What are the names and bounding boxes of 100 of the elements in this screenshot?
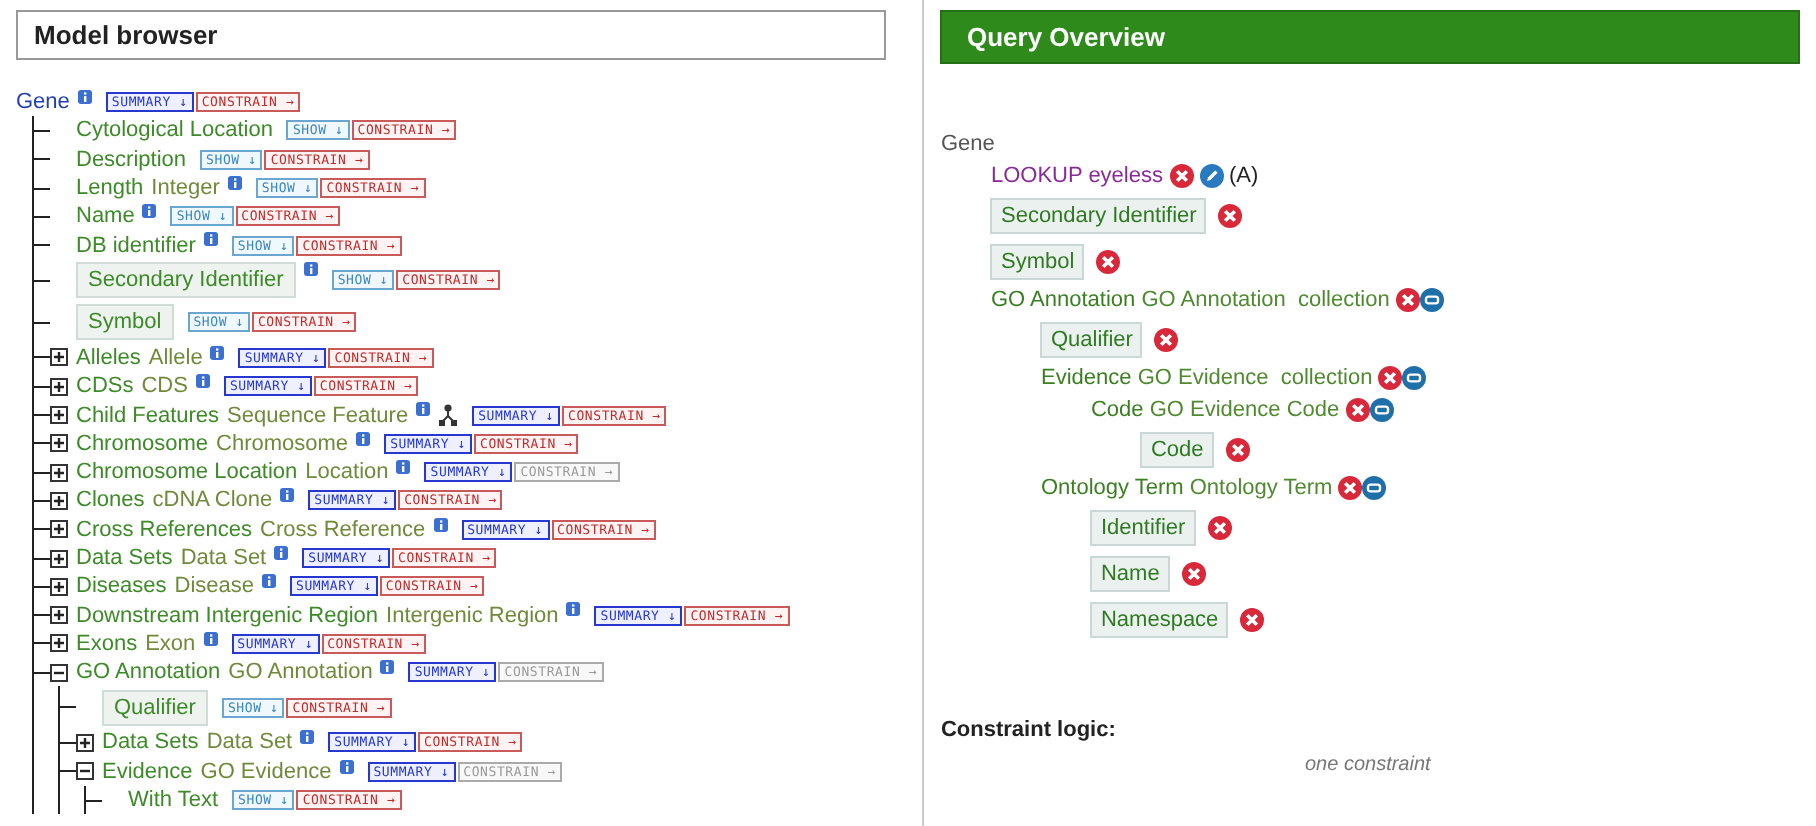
collapse-icon[interactable] bbox=[76, 762, 94, 781]
info-icon[interactable] bbox=[77, 90, 92, 104]
reference-type: Chromosome bbox=[216, 431, 349, 456]
remove-icon[interactable] bbox=[1240, 607, 1265, 631]
expand-icon[interactable] bbox=[50, 634, 68, 653]
field-label: Name bbox=[1090, 555, 1170, 591]
reference-label: GO Annotation GO Annotation collection bbox=[990, 288, 1390, 312]
remove-icon[interactable] bbox=[1207, 515, 1232, 539]
info-icon[interactable] bbox=[203, 232, 218, 247]
remove-icon[interactable] bbox=[1378, 366, 1403, 390]
reference-name[interactable]: Cross References bbox=[76, 517, 253, 542]
reference-type: Intergenic Region bbox=[386, 603, 559, 628]
selected-field[interactable]: Symbol bbox=[76, 304, 174, 341]
expand-icon[interactable] bbox=[50, 577, 68, 596]
field-label: Code bbox=[1140, 431, 1214, 467]
expand-icon[interactable] bbox=[50, 491, 68, 510]
expand-icon[interactable] bbox=[50, 406, 68, 425]
section-heading: Constraint logic: bbox=[940, 718, 1118, 742]
field-label: Namespace bbox=[1090, 601, 1229, 637]
reference-name[interactable]: Evidence bbox=[102, 759, 193, 784]
expand-icon[interactable] bbox=[50, 606, 68, 625]
field-label: Symbol bbox=[990, 243, 1085, 279]
remove-icon[interactable] bbox=[1395, 288, 1420, 312]
remove-icon[interactable] bbox=[1218, 203, 1243, 227]
remove-icon[interactable] bbox=[1345, 398, 1370, 422]
field-name[interactable]: Description bbox=[76, 147, 187, 172]
reference-type: Data Set bbox=[206, 730, 293, 755]
reference-type: GO Annotation bbox=[228, 660, 373, 685]
expand-icon[interactable] bbox=[50, 463, 68, 482]
reference-type: Cross Reference bbox=[260, 517, 426, 542]
info-icon[interactable] bbox=[210, 345, 225, 360]
reference-name[interactable]: Downstream Intergenic Region bbox=[76, 603, 379, 628]
reference-type: Sequence Feature bbox=[227, 403, 409, 428]
reference-type: Location bbox=[305, 460, 389, 485]
reference-name[interactable]: CDSs bbox=[76, 374, 134, 399]
constraint-logic-text: one constraint bbox=[1302, 754, 1433, 776]
field-label: Qualifier bbox=[1040, 321, 1143, 357]
remove-icon[interactable] bbox=[1154, 327, 1179, 351]
field-name[interactable]: Name bbox=[76, 204, 135, 229]
reference-name[interactable]: Diseases bbox=[76, 574, 167, 599]
edit-icon[interactable] bbox=[1199, 164, 1223, 188]
info-icon[interactable] bbox=[396, 459, 411, 474]
info-icon[interactable] bbox=[380, 660, 395, 675]
expand-icon[interactable] bbox=[50, 434, 68, 453]
reference-label: Evidence GO Evidence collection bbox=[1040, 366, 1373, 390]
reference-name[interactable]: Chromosome bbox=[76, 431, 209, 456]
reference-type: Disease bbox=[174, 574, 254, 599]
reference-type: cDNA Clone bbox=[152, 488, 273, 513]
info-icon[interactable] bbox=[356, 431, 371, 446]
reference-name[interactable]: Data Sets bbox=[76, 546, 173, 570]
field-name[interactable]: DB identifier bbox=[76, 233, 196, 258]
field-label: Secondary Identifier bbox=[990, 197, 1207, 233]
info-icon[interactable] bbox=[142, 204, 157, 219]
selected-field[interactable]: Qualifier bbox=[102, 689, 208, 726]
remove-icon[interactable] bbox=[1181, 561, 1206, 585]
info-icon[interactable] bbox=[227, 175, 242, 190]
info-icon[interactable] bbox=[416, 402, 431, 417]
reference-name[interactable]: Clones bbox=[76, 488, 145, 513]
reference-type: Exon bbox=[145, 631, 196, 656]
info-icon[interactable] bbox=[203, 631, 218, 646]
reference-name[interactable]: GO Annotation bbox=[76, 660, 221, 685]
field-name[interactable]: With Text bbox=[128, 788, 219, 813]
expand-icon[interactable] bbox=[50, 377, 68, 396]
remove-icon[interactable] bbox=[1338, 476, 1363, 500]
remove-icon[interactable] bbox=[1096, 249, 1121, 273]
selected-field[interactable]: Secondary Identifier bbox=[76, 262, 296, 299]
field-label: Identifier bbox=[1090, 509, 1196, 545]
info-icon[interactable] bbox=[195, 374, 210, 389]
reference-type: GO Evidence bbox=[200, 759, 332, 784]
info-icon[interactable] bbox=[339, 759, 354, 774]
reference-name[interactable]: Data Sets bbox=[102, 730, 199, 755]
constraint-code: (A) bbox=[1229, 164, 1259, 188]
info-icon[interactable] bbox=[274, 545, 289, 560]
info-icon[interactable] bbox=[262, 574, 276, 589]
expand-icon[interactable] bbox=[50, 348, 68, 367]
constraint-text: LOOKUP eyeless bbox=[990, 164, 1163, 188]
expand-icon[interactable] bbox=[50, 520, 68, 539]
info-icon[interactable] bbox=[433, 517, 448, 532]
remove-icon[interactable] bbox=[1169, 164, 1193, 188]
reference-name[interactable]: Exons bbox=[76, 631, 138, 656]
field-type: Integer bbox=[151, 176, 220, 201]
collapse-icon[interactable] bbox=[50, 663, 68, 682]
reference-name[interactable]: Chromosome Location bbox=[76, 460, 298, 485]
reference-type: Allele bbox=[148, 345, 203, 370]
reference-label: Code GO Evidence Code bbox=[1090, 398, 1340, 422]
field-name[interactable]: Length bbox=[76, 176, 144, 201]
info-icon[interactable] bbox=[300, 730, 315, 745]
class-name: Gene bbox=[940, 130, 997, 160]
reference-name[interactable]: Child Features bbox=[76, 403, 220, 428]
info-icon[interactable] bbox=[303, 261, 318, 276]
expand-icon[interactable] bbox=[50, 549, 68, 567]
info-icon[interactable] bbox=[566, 602, 581, 617]
reference-type: CDS bbox=[141, 374, 188, 399]
reference-name[interactable]: Alleles bbox=[76, 345, 141, 370]
remove-icon[interactable] bbox=[1225, 437, 1250, 461]
panel-title: Model browser bbox=[16, 10, 887, 60]
field-name[interactable]: Cytological Location bbox=[76, 118, 273, 143]
expand-icon[interactable] bbox=[76, 733, 94, 752]
reference-label: Ontology Term Ontology Term bbox=[1040, 476, 1333, 500]
info-icon[interactable] bbox=[280, 488, 295, 503]
